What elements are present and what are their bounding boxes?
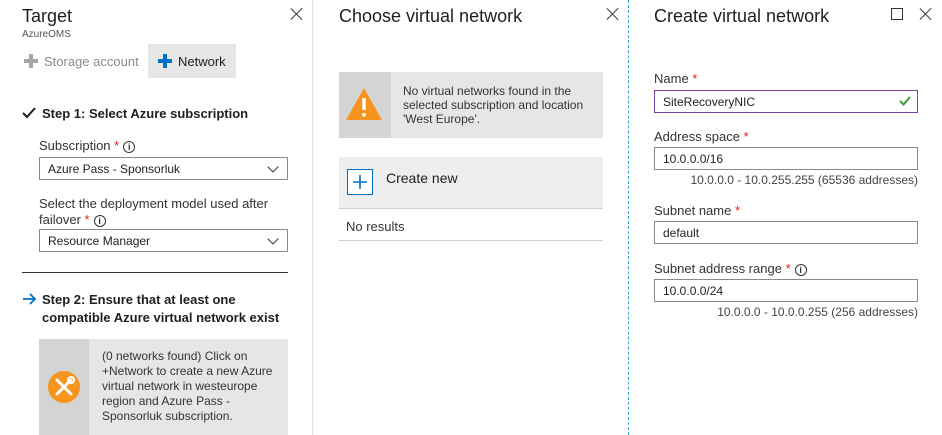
no-results-text: No results	[346, 219, 405, 234]
close-icon[interactable]	[289, 6, 305, 22]
info-icon[interactable]: i	[794, 263, 807, 276]
subnet-range-value: 10.0.0.0/24	[663, 284, 724, 298]
subscription-dropdown[interactable]: Azure Pass - Sponsorluk	[39, 157, 288, 180]
warning-text: No virtual networks found in the selecte…	[403, 84, 584, 126]
divider	[22, 272, 288, 273]
step2-heading: Step 2: Ensure that at least one compati…	[42, 292, 280, 325]
choose-blade-title: Choose virtual network	[339, 6, 523, 26]
valid-checkmark-icon	[899, 96, 911, 106]
subscription-label: Subscription * i	[39, 138, 136, 154]
subnet-name-value: default	[663, 226, 700, 240]
info-icon[interactable]: i	[123, 140, 136, 153]
checkmark-icon	[22, 107, 36, 119]
create-network-blade: Create virtual network Name * SiteRecove…	[629, 0, 942, 435]
address-space-value: 10.0.0.0/16	[663, 152, 724, 166]
subnet-range-label: Subnet address range * i	[654, 261, 807, 277]
deployment-model-value: Resource Manager	[48, 234, 151, 248]
plus-icon	[24, 54, 38, 68]
target-blade-subtitle: AzureOMS	[22, 29, 71, 40]
tab-network[interactable]: Network	[148, 44, 236, 78]
close-icon[interactable]	[918, 6, 934, 22]
tools-icon	[48, 371, 80, 403]
subnet-name-label: Subnet name *	[654, 203, 741, 218]
chevron-down-icon	[267, 161, 279, 173]
maximize-icon[interactable]	[891, 8, 903, 20]
name-label: Name *	[654, 71, 698, 86]
subscription-value: Azure Pass - Sponsorluk	[48, 162, 181, 176]
create-new-button[interactable]: Create new	[339, 157, 603, 208]
warning-icon	[346, 88, 382, 120]
subnet-range-hint: 10.0.0.0 - 10.0.0.255 (256 addresses)	[717, 305, 918, 319]
create-new-label: Create new	[386, 170, 458, 186]
deployment-model-dropdown[interactable]: Resource Manager	[39, 229, 288, 252]
chevron-down-icon	[267, 233, 279, 245]
choose-network-blade: Choose virtual network No virtual networ…	[313, 0, 629, 435]
close-icon[interactable]	[605, 6, 621, 22]
arrow-right-icon	[23, 293, 37, 305]
tab-label: Storage account	[44, 53, 139, 69]
divider	[339, 208, 603, 209]
address-space-field[interactable]: 10.0.0.0/16	[654, 147, 918, 170]
address-space-label: Address space *	[654, 129, 749, 144]
divider	[339, 240, 603, 241]
plus-icon	[158, 54, 172, 68]
add-icon	[347, 169, 373, 195]
info-icon[interactable]: i	[93, 214, 106, 227]
subnet-name-field[interactable]: default	[654, 221, 918, 244]
notice-text: (0 networks found) Click on +Network to …	[102, 349, 273, 423]
name-field[interactable]: SiteRecoveryNIC	[654, 90, 918, 113]
name-value: SiteRecoveryNIC	[663, 95, 756, 109]
deployment-model-label: Select the deployment model used after f…	[39, 196, 269, 227]
warning-box: No virtual networks found in the selecte…	[339, 72, 603, 138]
address-space-hint: 10.0.0.0 - 10.0.255.255 (65536 addresses…	[690, 173, 919, 187]
tab-label: Network	[178, 53, 226, 69]
target-blade: Target AzureOMS Storage account Network …	[0, 0, 313, 435]
create-blade-title: Create virtual network	[654, 6, 830, 26]
network-notice: (0 networks found) Click on +Network to …	[39, 339, 288, 435]
subnet-range-field[interactable]: 10.0.0.0/24	[654, 279, 918, 302]
tab-storage-account[interactable]: Storage account	[18, 44, 144, 78]
step1-heading: Step 1: Select Azure subscription	[42, 106, 249, 121]
target-blade-title: Target	[22, 6, 73, 26]
